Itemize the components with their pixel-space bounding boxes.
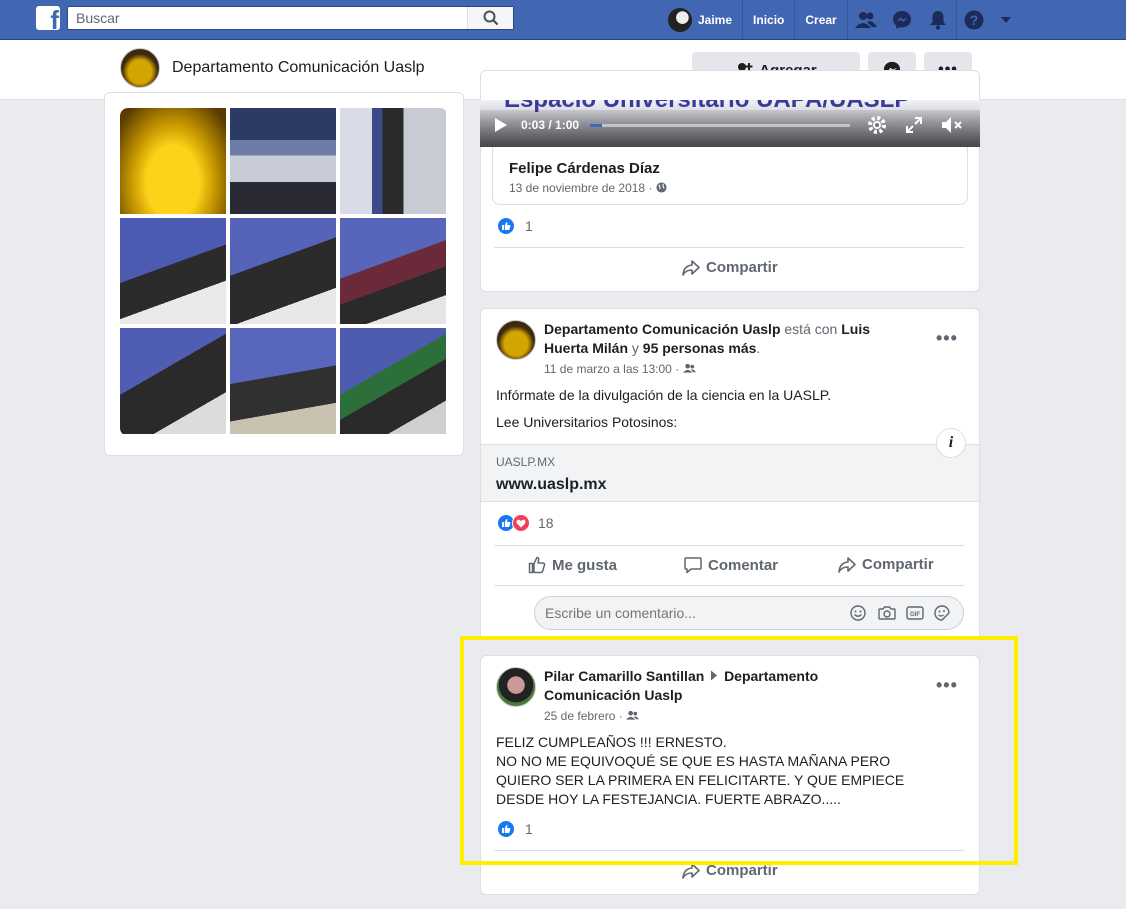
photo-thumbnail[interactable] xyxy=(340,328,446,434)
photo-thumbnail[interactable] xyxy=(120,218,226,324)
video-progress-bar[interactable] xyxy=(590,124,850,127)
comment-input[interactable] xyxy=(545,603,835,623)
share-icon xyxy=(682,259,700,276)
globe-icon xyxy=(656,182,667,193)
link-preview[interactable]: UASLP.MX www.uaslp.mx xyxy=(481,444,979,502)
like-reaction-icon xyxy=(497,217,515,235)
post-date-text: 11 de marzo a las 13:00 xyxy=(544,362,672,376)
create-link[interactable]: Crear xyxy=(795,0,848,40)
photo-thumbnail[interactable] xyxy=(340,218,446,324)
post-date[interactable]: 11 de marzo a las 13:00 · xyxy=(544,362,696,376)
like-button[interactable]: Me gusta xyxy=(528,556,617,574)
page-title[interactable]: Departamento Comunicación Uaslp xyxy=(172,59,425,77)
with-text: está con xyxy=(784,321,838,337)
page-avatar[interactable] xyxy=(120,48,160,88)
divider xyxy=(494,247,964,248)
sticker-icon[interactable] xyxy=(934,605,950,621)
divider xyxy=(494,585,964,586)
comment-button[interactable]: Comentar xyxy=(684,556,778,574)
gif-icon[interactable]: GIF xyxy=(906,605,924,621)
camera-icon[interactable] xyxy=(878,605,896,621)
divider xyxy=(494,545,964,546)
shared-date-text: 13 de noviembre de 2018 xyxy=(509,181,646,195)
share-button[interactable]: Compartir xyxy=(838,556,934,573)
friend-requests-icon[interactable] xyxy=(848,0,884,40)
search-box xyxy=(67,6,514,30)
messenger-icon[interactable] xyxy=(884,0,920,40)
mute-icon[interactable] xyxy=(941,116,963,134)
chevron-down-icon[interactable] xyxy=(992,0,1020,40)
share-icon xyxy=(838,556,856,573)
photo-thumbnail[interactable] xyxy=(230,328,336,434)
reactions-count: 18 xyxy=(538,515,554,531)
profile-link[interactable]: Jaime xyxy=(698,0,744,40)
photo-thumbnail[interactable] xyxy=(230,108,336,214)
comment-label: Comentar xyxy=(708,556,779,574)
info-icon[interactable]: i xyxy=(936,428,966,458)
video-time: 0:03 / 1:00 xyxy=(521,118,580,132)
reactions-count: 1 xyxy=(525,218,533,234)
and-text: y xyxy=(631,340,639,356)
highlight-box xyxy=(460,636,1018,865)
thumbs-up-icon xyxy=(528,556,546,574)
facebook-logo-icon[interactable]: f xyxy=(36,6,60,30)
post-author-name[interactable]: Departamento Comunicación Uaslp xyxy=(544,321,781,337)
post-header-text: Departamento Comunicación Uaslp está con… xyxy=(544,321,870,356)
share-button[interactable]: Compartir xyxy=(682,259,778,276)
photo-thumbnail[interactable] xyxy=(120,108,226,214)
fullscreen-icon[interactable] xyxy=(906,117,922,133)
shared-attachment[interactable]: Felipe Cárdenas Díaz 13 de noviembre de … xyxy=(492,147,968,205)
help-icon[interactable]: ? xyxy=(955,0,992,40)
like-label: Me gusta xyxy=(552,556,618,574)
link-domain: UASLP.MX xyxy=(496,455,556,469)
comment-icon xyxy=(684,557,702,574)
share-label: Compartir xyxy=(862,556,934,573)
search-button[interactable] xyxy=(467,7,513,29)
photo-thumbnail[interactable] xyxy=(340,108,446,214)
photo-thumbnail[interactable] xyxy=(120,328,226,434)
photo-grid xyxy=(120,108,448,436)
post-text-line: Infórmate de la divulgación de la cienci… xyxy=(496,387,832,403)
user-avatar[interactable] xyxy=(668,8,692,32)
svg-text:GIF: GIF xyxy=(910,612,920,618)
search-icon xyxy=(483,10,498,26)
post-text-line: Lee Universitarios Potosinos: xyxy=(496,414,678,430)
reactions-summary[interactable]: 1 xyxy=(497,217,533,235)
tagged-others-link[interactable]: 95 personas más xyxy=(643,340,757,356)
home-link[interactable]: Inicio xyxy=(743,0,796,40)
share-label: Compartir xyxy=(706,259,778,276)
reactions-summary[interactable]: 18 xyxy=(497,514,554,532)
video-player[interactable]: Espacio Universitario UAPA/UASLP 0:03 / … xyxy=(480,100,980,147)
svg-text:?: ? xyxy=(970,12,979,28)
link-title: www.uaslp.mx xyxy=(496,476,607,493)
emoji-icon[interactable] xyxy=(850,605,866,621)
friends-audience-icon xyxy=(682,363,696,373)
post-author-avatar[interactable] xyxy=(496,320,536,360)
shared-author[interactable]: Felipe Cárdenas Díaz xyxy=(509,159,660,178)
top-navigation-bar: f Jaime Inicio Crear ? xyxy=(0,0,1126,40)
notifications-icon[interactable] xyxy=(920,0,956,40)
play-icon[interactable] xyxy=(494,117,508,133)
gear-icon[interactable] xyxy=(867,115,887,135)
photo-thumbnail[interactable] xyxy=(230,218,336,324)
shared-date: 13 de noviembre de 2018 · xyxy=(509,181,667,195)
search-input[interactable] xyxy=(68,7,468,29)
post-options-icon[interactable]: ••• xyxy=(936,328,958,349)
love-reaction-icon xyxy=(512,514,530,532)
comment-box: GIF xyxy=(534,596,964,630)
